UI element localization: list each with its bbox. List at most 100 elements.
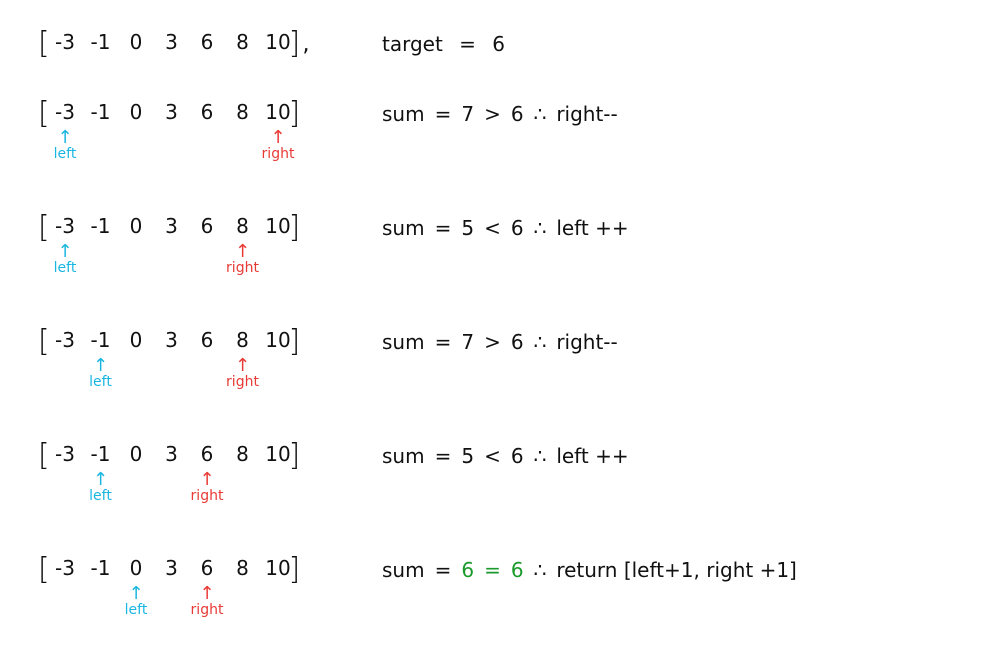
sum-value: 5 (461, 444, 475, 468)
array-element: -3 (55, 442, 75, 466)
right-pointer-label: right (190, 488, 224, 504)
array-element: 0 (129, 214, 143, 238)
up-arrow-icon: ↑ (128, 583, 144, 604)
sum-equals: = (434, 102, 452, 126)
sum-label: sum (382, 444, 425, 468)
up-arrow-icon: ↑ (199, 583, 215, 604)
right-pointer: ↑ right (213, 241, 273, 277)
array-element: 3 (165, 100, 178, 124)
sum-equals: = (434, 216, 452, 240)
array-element: -1 (90, 214, 111, 238)
action-text: left ++ (556, 216, 629, 240)
compare-target: 6 (510, 330, 524, 354)
right-pointer-label: right (226, 260, 259, 276)
step-row: [-3 -1 0 3 6 8 10] ↑ left ↑ right sum = 7 >6 ∴ right-- (0, 96, 1000, 200)
close-bracket: ] (288, 96, 301, 131)
sum-expression: sum = 5 <6 ∴ left ++ (382, 216, 639, 240)
sum-value: 6 (461, 558, 475, 582)
comparison-operator: < (484, 216, 501, 240)
up-arrow-icon: ↑ (57, 241, 73, 262)
left-pointer-label: left (89, 488, 112, 504)
close-bracket: ] (288, 26, 301, 61)
sum-label: sum (382, 330, 425, 354)
array-element: -1 (90, 556, 111, 580)
right-pointer-label: right (190, 602, 224, 618)
compare-target: 6 (510, 558, 524, 582)
array-element: 0 (129, 556, 143, 580)
array-element: -1 (90, 100, 111, 124)
array-element: 0 (129, 30, 143, 54)
step-row: [-3 -1 0 3 6 8 10] ↑ left ↑ right sum = 5 <6 ∴ left ++ (0, 210, 1000, 314)
target-value: 6 (492, 32, 506, 56)
array-element: 8 (236, 442, 249, 466)
compare-target: 6 (510, 444, 524, 468)
left-pointer: ↑ left (71, 355, 131, 391)
up-arrow-icon: ↑ (270, 127, 286, 148)
up-arrow-icon: ↑ (92, 469, 109, 490)
array-element: -1 (90, 442, 111, 466)
sum-expression: sum = 6 = 6 ∴ return [left+1, right +1] (382, 558, 807, 582)
right-pointer: ↑ right (213, 355, 273, 391)
array-element: 3 (165, 442, 178, 466)
array-element: 3 (165, 556, 178, 580)
sum-label: sum (382, 558, 425, 582)
array-element: -1 (90, 30, 111, 54)
up-arrow-icon: ↑ (234, 241, 251, 262)
sum-value: 7 (461, 330, 475, 354)
sum-label: sum (382, 102, 425, 126)
array-element: 3 (165, 328, 178, 352)
array-element: -1 (90, 328, 111, 352)
array-element: 8 (236, 328, 249, 352)
array-element: 8 (236, 30, 249, 54)
comparison-operator: > (484, 330, 501, 354)
left-pointer: ↑ left (106, 583, 166, 619)
right-pointer-label: right (226, 374, 259, 390)
close-bracket: ] (288, 210, 301, 245)
left-pointer: ↑ left (71, 469, 131, 505)
array-element: 6 (200, 214, 214, 238)
action-text: right-- (556, 102, 618, 126)
close-bracket: ] (288, 324, 301, 359)
step-row: [-3 -1 0 3 6 8 10] ↑ left ↑ right sum = 6 = 6 ∴ return [l… (0, 552, 1000, 656)
array-element: 6 (200, 328, 214, 352)
up-arrow-icon: ↑ (92, 355, 109, 376)
array-element: -3 (55, 328, 75, 352)
left-pointer-label: left (53, 146, 77, 162)
comparison-operator: > (484, 102, 501, 126)
action-text: right-- (556, 330, 618, 354)
sum-equals: = (434, 444, 452, 468)
sum-value: 5 (461, 216, 475, 240)
action-text: return [left+1, right +1] (556, 558, 797, 582)
therefore-symbol: ∴ (533, 102, 547, 126)
sum-value: 7 (461, 102, 475, 126)
sum-expression: sum = 7 >6 ∴ right-- (382, 102, 628, 126)
sum-equals: = (434, 330, 452, 354)
array-element: -3 (55, 556, 75, 580)
array-element: 6 (200, 556, 214, 580)
target-expression: target = 6 (382, 32, 515, 56)
array-element: 3 (165, 214, 178, 238)
array-element: 0 (129, 328, 143, 352)
compare-target: 6 (510, 216, 524, 240)
target-label: target (382, 32, 443, 56)
therefore-symbol: ∴ (533, 558, 547, 582)
sum-label: sum (382, 216, 425, 240)
array-element: 0 (129, 442, 143, 466)
left-pointer-label: left (53, 260, 77, 276)
array-element: 0 (129, 100, 143, 124)
right-pointer-label: right (261, 146, 295, 162)
array-element: 3 (165, 30, 178, 54)
up-arrow-icon: ↑ (234, 355, 251, 376)
sum-equals: = (434, 558, 452, 582)
array-element: -3 (55, 30, 75, 54)
left-pointer-label: left (89, 374, 112, 390)
array-element: 6 (200, 442, 214, 466)
therefore-symbol: ∴ (533, 216, 547, 240)
up-arrow-icon: ↑ (199, 469, 215, 490)
comparison-operator: = (484, 558, 501, 582)
equals-sign: = (459, 32, 476, 56)
up-arrow-icon: ↑ (57, 127, 73, 148)
step-row: [-3 -1 0 3 6 8 10] ↑ left ↑ right sum = 7 >6 ∴ right-- (0, 324, 1000, 428)
comma: , (302, 32, 310, 57)
therefore-symbol: ∴ (533, 330, 547, 354)
